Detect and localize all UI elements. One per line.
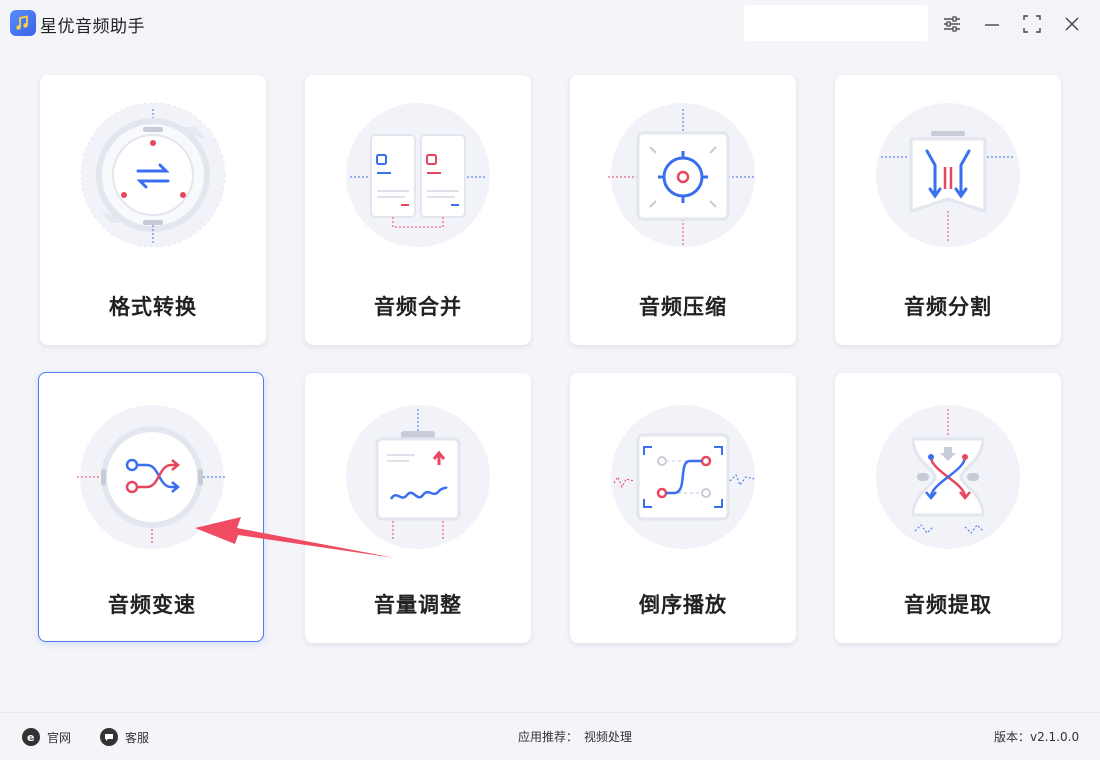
maximize-icon[interactable]	[1018, 10, 1046, 38]
support-label: 客服	[125, 730, 150, 745]
card-label: 音频分割	[904, 295, 992, 319]
app-recommend: 应用推荐： 视频处理	[518, 728, 632, 745]
card-label: 倒序播放	[639, 593, 727, 617]
website-label: 官网	[47, 730, 72, 745]
audio-extract-icon	[876, 405, 1020, 549]
card-audio-merge[interactable]: 音频合并	[305, 75, 531, 345]
card-format-convert[interactable]: 格式转换	[40, 75, 266, 345]
reverse-play-icon	[611, 405, 755, 549]
card-reverse-play[interactable]: 倒序播放	[570, 373, 796, 643]
title-search-input[interactable]	[744, 5, 928, 41]
version-label: 版本：v2.1.0.0	[994, 730, 1080, 744]
app-title: 星优音频助手	[40, 17, 145, 37]
card-audio-speed[interactable]: 音频变速	[38, 372, 264, 642]
card-volume-adjust[interactable]: 音量调整	[305, 373, 531, 643]
footer: e 官网 客服 应用推荐： 视频处理 版本：v2.1.0.0	[0, 712, 1100, 760]
support-link[interactable]: 客服	[100, 728, 149, 746]
card-label: 音频提取	[904, 593, 992, 617]
settings-sliders-icon[interactable]	[938, 10, 966, 38]
audio-split-icon	[876, 103, 1020, 247]
minimize-icon[interactable]	[978, 10, 1006, 38]
audio-merge-icon	[346, 103, 490, 247]
card-label: 音频变速	[108, 593, 196, 617]
chat-bubble-icon	[100, 728, 118, 746]
card-audio-compress[interactable]: 音频压缩	[570, 75, 796, 345]
card-label: 音频压缩	[639, 295, 727, 319]
svg-text:e: e	[27, 731, 34, 743]
recommend-video-link[interactable]: 视频处理	[584, 728, 632, 745]
close-icon[interactable]	[1058, 10, 1086, 38]
app-logo-icon	[10, 10, 36, 36]
card-audio-split[interactable]: 音频分割	[835, 75, 1061, 345]
website-e-icon: e	[22, 728, 40, 746]
title-bar: 星优音频助手	[0, 0, 1100, 48]
website-link[interactable]: e 官网	[22, 728, 71, 746]
card-label: 音频合并	[374, 295, 462, 319]
format-convert-icon	[80, 102, 226, 248]
card-label: 音量调整	[374, 593, 462, 617]
audio-compress-icon	[608, 103, 756, 247]
recommend-prefix: 应用推荐：	[518, 730, 579, 744]
card-label: 格式转换	[109, 295, 197, 319]
volume-adjust-icon	[346, 405, 490, 549]
audio-speed-icon	[77, 405, 225, 549]
card-audio-extract[interactable]: 音频提取	[835, 373, 1061, 643]
version-info: 版本：v2.1.0.0	[994, 728, 1079, 745]
